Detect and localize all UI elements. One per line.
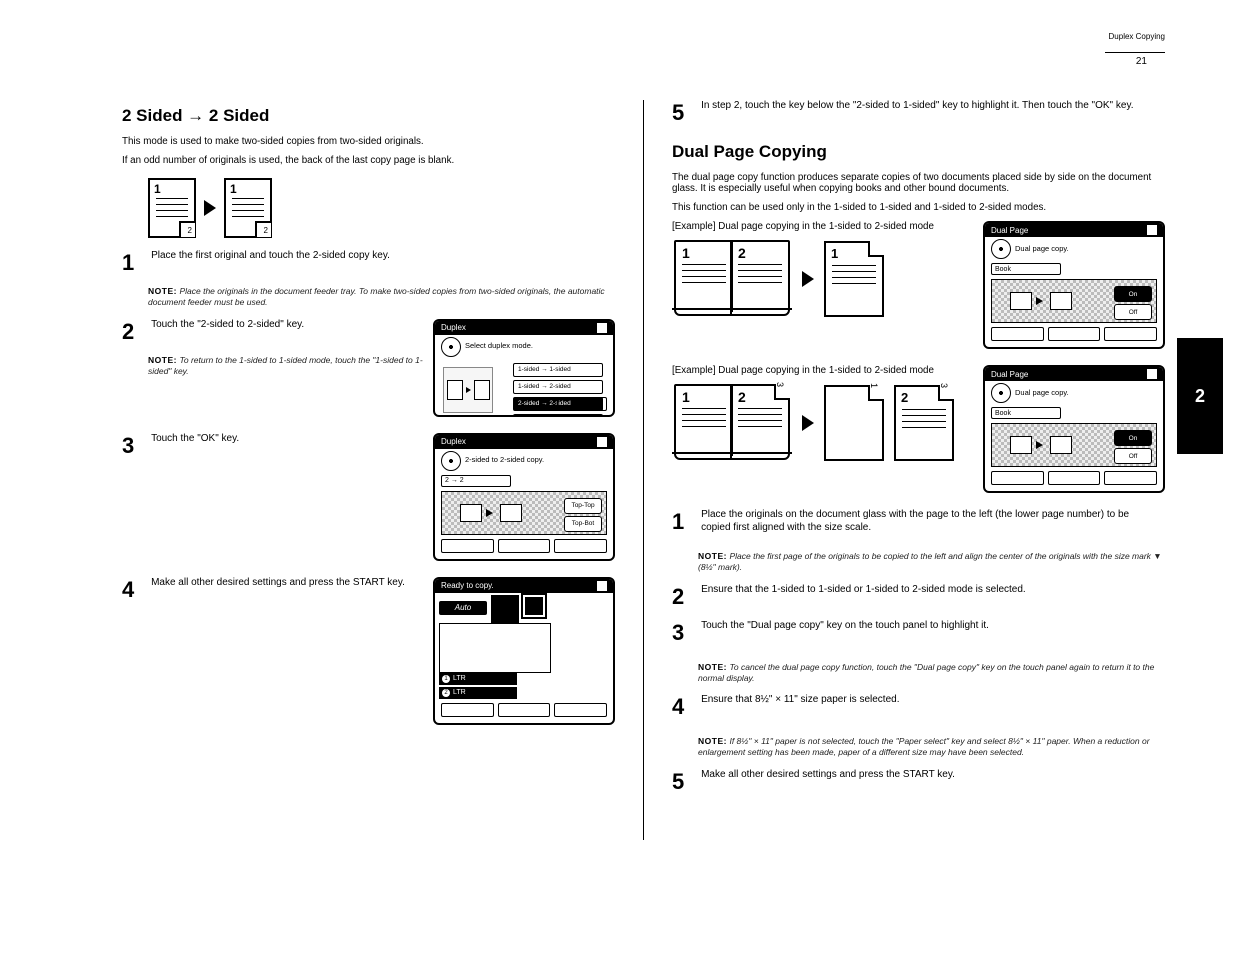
- columns: 2 Sided → 2 Sided This mode is used to m…: [122, 100, 1165, 900]
- footer-btn-1[interactable]: [441, 703, 494, 717]
- step-2-num: 2: [122, 319, 148, 345]
- panel-graphic: [443, 367, 493, 413]
- footer-btn-3[interactable]: [554, 703, 607, 717]
- lcd-panel-2s2s: Duplex 2-sided to 2-sided copy. 2 → 2 To…: [433, 433, 615, 561]
- page: Duplex Copying 21 2 2 Sided → 2 Sided Th…: [0, 0, 1235, 954]
- step-1-num: 1: [122, 250, 148, 276]
- step-5-num: 5: [672, 100, 698, 126]
- header-caption: Duplex Copying: [945, 32, 1165, 41]
- opt-1s1s[interactable]: 1-sided → 1-sided: [513, 363, 603, 377]
- close-icon: [1147, 225, 1157, 235]
- step-4-text: Make all other desired settings and pres…: [151, 577, 411, 590]
- illus-page-dst: 1 2: [224, 178, 272, 238]
- btn-topbot[interactable]: Top-Bot: [564, 516, 602, 532]
- r-step-1: Place the originals on the document glas…: [701, 509, 1141, 534]
- column-left: 2 Sided → 2 Sided This mode is used to m…: [122, 100, 615, 900]
- step-3-num: 3: [122, 433, 148, 459]
- heading-2s2s: 2 Sided → 2 Sided: [122, 106, 615, 126]
- btn-toptop[interactable]: Top-Top: [564, 498, 602, 514]
- illus-duplex: 1 2 1 2: [148, 178, 615, 238]
- btn-off[interactable]: Off: [1114, 304, 1152, 320]
- footer-btn-2[interactable]: [498, 703, 551, 717]
- arrow-icon: [204, 200, 216, 216]
- illus-out-b2: 2 3: [894, 385, 954, 461]
- step-2-text: Touch the "2-sided to 2-sided" key.: [151, 319, 411, 332]
- arrow-icon: [802, 415, 814, 431]
- lcd-panel-dualpage-a: Dual Page Dual page copy. Book On Off: [983, 221, 1165, 349]
- r-step-5: Make all other desired settings and pres…: [701, 769, 1141, 782]
- illus-book-a: 1 2 1: [672, 240, 973, 318]
- footer-btn-1[interactable]: [441, 539, 494, 553]
- close-icon: [597, 323, 607, 333]
- step-3-text: Touch the "OK" key.: [151, 433, 411, 446]
- tray-1[interactable]: 1 LTR: [439, 673, 517, 685]
- step-5-text: In step 2, touch the key below the "2-si…: [701, 100, 1141, 113]
- close-icon: [1147, 369, 1157, 379]
- btn-off[interactable]: Off: [1114, 448, 1152, 464]
- dual-intro: The dual page copy function produces sep…: [672, 172, 1165, 194]
- r-step-2: Ensure that the 1-sided to 1-sided or 1-…: [701, 584, 1141, 597]
- lcd-panel-dualpage-b: Dual Page Dual page copy. Book On Off: [983, 365, 1165, 493]
- dial-icon: [991, 239, 1011, 259]
- orientation-icon: [523, 595, 545, 617]
- intro-1: This mode is used to make two-sided copi…: [122, 136, 615, 147]
- lcd-panel-ready: Ready to copy. Auto 1 LTR 2: [433, 577, 615, 725]
- note-tag: NOTE:: [148, 286, 177, 296]
- column-separator: [643, 100, 644, 840]
- dual-req: This function can be used only in the 1-…: [672, 202, 1165, 213]
- step-1-text: Place the first original and touch the 2…: [151, 250, 411, 263]
- illus-out-b1: 1: [824, 385, 884, 461]
- ok-button[interactable]: OK: [557, 397, 607, 411]
- copier-icon: [439, 623, 551, 673]
- btn-on[interactable]: On: [1114, 430, 1152, 446]
- info-icon: [597, 581, 607, 591]
- subbar: 2 → 2: [441, 475, 511, 487]
- lcd-panel-duplex-select: Duplex Select duplex mode. 1-sided → 1-s…: [433, 319, 615, 417]
- close-icon: [597, 437, 607, 447]
- dial-icon: [441, 451, 461, 471]
- footer-btn-2[interactable]: [498, 539, 551, 553]
- illus-out-a: 1: [824, 241, 884, 317]
- step-4-num: 4: [122, 577, 148, 603]
- arrow-icon: [802, 271, 814, 287]
- intro-2: If an odd number of originals is used, t…: [122, 155, 615, 166]
- page-number: 21: [1136, 56, 1147, 67]
- heading-dualpage: Dual Page Copying: [672, 142, 1165, 162]
- footer-btn-3[interactable]: [554, 539, 607, 553]
- opt-1s2s[interactable]: 1-sided → 2-sided: [513, 380, 603, 394]
- tray-2[interactable]: 2 LTR: [439, 687, 517, 699]
- note-1: Place the originals in the document feed…: [148, 286, 605, 307]
- dial-icon: [991, 383, 1011, 403]
- r-step-4: Ensure that 8½" × 11" size paper is sele…: [701, 694, 1141, 707]
- dial-icon: [441, 337, 461, 357]
- header-rule: [1105, 52, 1165, 53]
- r-step-3: Touch the "Dual page copy" key on the to…: [701, 620, 1141, 633]
- illus-page-src: 1 2: [148, 178, 196, 238]
- note-2: To return to the 1-sided to 1-sided mode…: [148, 355, 423, 376]
- shade-area: Top-Top Top-Bot: [441, 491, 607, 535]
- chapter-tab: 2: [1177, 338, 1223, 454]
- btn-on[interactable]: On: [1114, 286, 1152, 302]
- auto-chip[interactable]: Auto: [439, 601, 487, 615]
- illus-book-b: 1 2 3 1 2: [672, 384, 973, 462]
- column-right: 5 In step 2, touch the key below the "2-…: [672, 100, 1165, 900]
- duplex-icon: [491, 595, 519, 623]
- opt-2s1s[interactable]: 2-sided → 1-sided: [513, 414, 603, 417]
